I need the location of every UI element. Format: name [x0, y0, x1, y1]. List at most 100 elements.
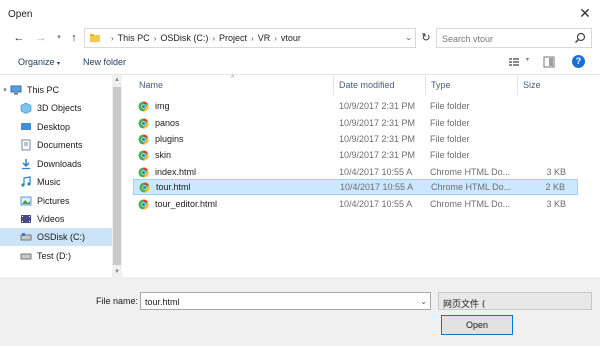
videos-icon	[21, 215, 31, 223]
chrome-icon	[139, 182, 150, 193]
window-title: Open	[8, 9, 33, 20]
command-toolbar: Organize ▾ New folder ▾ ?	[0, 52, 600, 74]
scroll-up-icon[interactable]: ▲	[112, 75, 122, 85]
sidebar-item-label: Documents	[37, 140, 83, 150]
file-name: panos	[155, 118, 180, 128]
search-box[interactable]	[436, 28, 592, 48]
breadcrumb-separator-icon[interactable]: ›	[274, 34, 277, 43]
breadcrumb-separator-icon: ›	[111, 33, 114, 43]
column-header-type[interactable]: Type	[427, 75, 517, 95]
help-icon[interactable]: ?	[572, 55, 585, 68]
file-date: 10/9/2017 2:31 PM	[339, 101, 416, 111]
column-divider[interactable]	[517, 75, 518, 95]
close-icon[interactable]: ✕	[578, 6, 592, 20]
file-type: File folder	[430, 101, 470, 111]
breadcrumb-separator-icon[interactable]: ›	[154, 34, 157, 43]
drive-icon	[20, 233, 32, 241]
new-folder-button[interactable]: New folder	[83, 57, 126, 67]
column-header-date[interactable]: Date modified	[335, 75, 425, 95]
folder-icon	[90, 34, 100, 42]
column-divider[interactable]	[425, 75, 426, 95]
view-dropdown-icon[interactable]: ▾	[526, 56, 529, 63]
file-row[interactable]: plugins 10/9/2017 2:31 PM File folder	[133, 132, 578, 148]
organize-label: Organize	[18, 57, 55, 67]
chrome-icon	[138, 101, 149, 112]
file-type-filter[interactable]: 网页文件 (	[438, 292, 592, 310]
title-bar: Open ✕	[0, 0, 600, 28]
file-name: plugins	[155, 134, 184, 144]
file-row[interactable]: tour_editor.html 10/4/2017 10:55 A Chrom…	[133, 197, 578, 213]
sidebar-item-label: Test (D:)	[37, 251, 72, 261]
refresh-icon[interactable]: ↻	[419, 31, 433, 45]
preview-pane-icon[interactable]	[543, 56, 555, 68]
sidebar-item-music[interactable]: Music	[0, 173, 112, 191]
up-arrow-icon[interactable]: ↑	[67, 31, 81, 45]
address-bar[interactable]: › This PC › OSDisk (C:) › Project › VR ›…	[84, 28, 416, 48]
navigation-pane: ▾ This PC 3D Objects Desktop Documents D…	[0, 75, 122, 277]
navigation-bar: ← → ▾ ↑ › This PC › OSDisk (C:) › Projec…	[0, 28, 600, 50]
scrollbar-thumb[interactable]	[113, 87, 121, 265]
breadcrumb: › This PC › OSDisk (C:) › Project › VR ›…	[107, 33, 301, 43]
sidebar-item-label: Videos	[37, 214, 65, 224]
drive-icon	[20, 253, 32, 260]
breadcrumb-item[interactable]: Project	[219, 33, 247, 43]
dialog-footer: File name: ⌄ 网页文件 ( Open	[0, 277, 600, 346]
organize-button[interactable]: Organize ▾	[18, 57, 60, 67]
column-header-size[interactable]: Size	[519, 75, 579, 95]
breadcrumb-separator-icon[interactable]: ›	[212, 34, 215, 43]
file-date: 10/4/2017 10:55 A	[339, 199, 413, 209]
breadcrumb-item[interactable]: VR	[258, 33, 271, 43]
sidebar-item-downloads[interactable]: Downloads	[0, 155, 112, 173]
file-date: 10/9/2017 2:31 PM	[339, 134, 416, 144]
sidebar-item-videos[interactable]: Videos	[0, 210, 112, 228]
scroll-down-icon[interactable]: ▼	[112, 267, 122, 277]
sidebar-item-3d-objects[interactable]: 3D Objects	[0, 99, 112, 117]
search-icon	[575, 32, 586, 43]
breadcrumb-item[interactable]: OSDisk (C:)	[160, 33, 208, 43]
sidebar-item-documents[interactable]: Documents	[0, 136, 112, 154]
file-row-selected[interactable]: tour.html 10/4/2017 10:55 A Chrome HTML …	[133, 179, 578, 195]
music-icon	[21, 176, 31, 187]
sidebar-item-label: Music	[37, 177, 61, 187]
breadcrumb-item[interactable]: This PC	[118, 33, 150, 43]
file-name: img	[155, 101, 170, 111]
file-row[interactable]: img 10/9/2017 2:31 PM File folder	[133, 99, 578, 115]
sidebar-item-label: OSDisk (C:)	[37, 232, 85, 242]
sidebar-item-test-d[interactable]: Test (D:)	[0, 247, 112, 265]
chevron-down-icon[interactable]: ▾	[0, 86, 10, 94]
file-size: 3 KB	[546, 167, 566, 177]
back-arrow-icon[interactable]: ←	[12, 31, 26, 45]
chrome-icon	[138, 134, 149, 145]
recent-locations-chevron-icon[interactable]: ▾	[52, 31, 66, 45]
chrome-icon	[138, 199, 149, 210]
file-row[interactable]: panos 10/9/2017 2:31 PM File folder	[133, 116, 578, 132]
breadcrumb-item[interactable]: vtour	[281, 33, 301, 43]
file-date: 10/4/2017 10:55 A	[339, 167, 413, 177]
column-header-name[interactable]: Name	[135, 75, 335, 95]
forward-arrow-icon[interactable]: →	[34, 31, 48, 45]
file-row[interactable]: skin 10/9/2017 2:31 PM File folder	[133, 148, 578, 164]
sidebar-item-pictures[interactable]: Pictures	[0, 192, 112, 210]
sidebar-item-label: Desktop	[37, 122, 71, 132]
chrome-icon	[138, 167, 149, 178]
sidebar-item-this-pc[interactable]: ▾ This PC	[0, 81, 112, 99]
cube-icon	[20, 102, 32, 114]
chrome-icon	[138, 118, 149, 129]
breadcrumb-separator-icon[interactable]: ›	[251, 34, 254, 43]
file-type: File folder	[430, 150, 470, 160]
chevron-down-icon[interactable]: ⌄	[420, 297, 427, 306]
filename-combobox[interactable]: ⌄	[140, 292, 431, 310]
file-type: Chrome HTML Do...	[430, 167, 511, 177]
downloads-icon	[22, 159, 30, 170]
file-name: tour_editor.html	[155, 199, 218, 209]
column-divider[interactable]	[333, 75, 334, 95]
view-options-icon[interactable]	[508, 56, 520, 68]
filename-input[interactable]	[145, 296, 415, 308]
address-dropdown-icon[interactable]: ⌄	[405, 33, 412, 42]
search-input[interactable]	[442, 32, 567, 45]
open-button[interactable]: Open	[441, 315, 513, 335]
sidebar-item-desktop[interactable]: Desktop	[0, 118, 112, 136]
sidebar-scrollbar[interactable]: ▲ ▼	[112, 75, 122, 277]
file-name: tour.html	[156, 182, 191, 192]
sidebar-item-osdisk[interactable]: OSDisk (C:)	[0, 228, 112, 246]
